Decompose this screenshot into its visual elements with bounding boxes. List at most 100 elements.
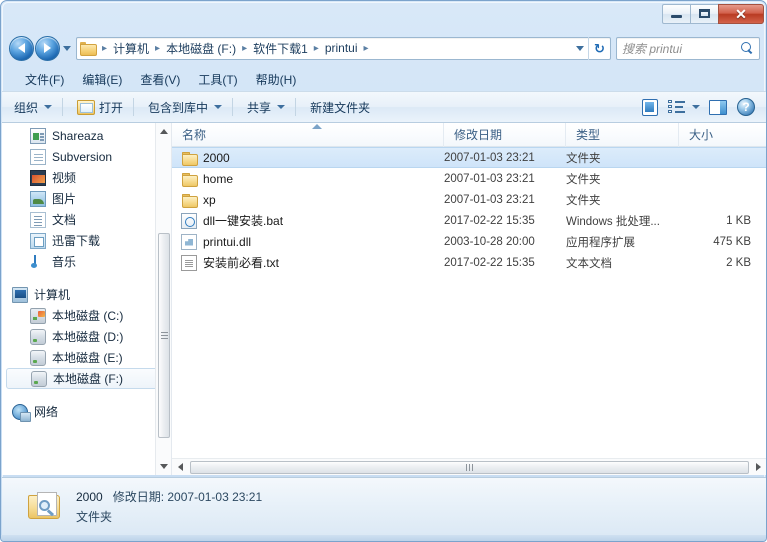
column-header-type[interactable]: 类型 <box>566 123 679 147</box>
file-date-cell: 2007-01-03 23:21 <box>444 172 535 185</box>
file-name-cell: 安装前必看.txt <box>172 254 444 271</box>
menu-edit[interactable]: 编辑(E) <box>73 69 131 90</box>
maximize-button[interactable] <box>690 3 718 24</box>
scroll-right-button[interactable] <box>750 459 766 476</box>
sidebar-item-computer[interactable]: 计算机 <box>2 284 171 305</box>
sidebar-item-network[interactable]: 网络 <box>2 401 171 422</box>
sidebar-item-shareaza[interactable]: Shareaza <box>2 125 171 146</box>
scrollbar-track[interactable] <box>189 459 750 476</box>
sidebar-item-drive-d[interactable]: 本地磁盘 (D:) <box>2 326 171 347</box>
help-button[interactable]: ? <box>733 95 759 119</box>
scroll-down-button[interactable] <box>156 458 171 475</box>
sidebar-item-pictures[interactable]: 图片 <box>2 188 171 209</box>
show-panes-button[interactable] <box>705 95 731 119</box>
breadcrumb-separator: ▸ <box>313 42 319 54</box>
sidebar-item-label: 本地磁盘 (C:) <box>52 309 124 323</box>
file-type-cell: 文件夹 <box>566 194 601 207</box>
menu-file[interactable]: 文件(F) <box>16 69 73 90</box>
minimize-button[interactable] <box>662 3 690 24</box>
file-date-cell: 2007-01-03 23:21 <box>444 193 535 206</box>
organize-button[interactable]: 组织 <box>6 96 60 119</box>
navigation-buttons <box>9 35 74 61</box>
recent-locations-button[interactable] <box>60 37 74 59</box>
sidebar-item-label: 计算机 <box>34 288 71 302</box>
change-view-button[interactable] <box>665 95 703 119</box>
chevron-right-icon <box>756 463 761 471</box>
chevron-up-icon <box>160 129 168 134</box>
file-date-cell: 2007-01-03 23:21 <box>444 151 535 164</box>
scroll-left-button[interactable] <box>172 459 189 476</box>
network-icon <box>12 403 31 422</box>
forward-button[interactable] <box>35 35 60 61</box>
folder-icon <box>181 192 198 208</box>
chevron-left-icon <box>178 463 183 471</box>
scroll-up-button[interactable] <box>156 123 171 140</box>
details-item-type: 文件夹 <box>76 510 113 524</box>
share-button[interactable]: 共享 <box>239 96 293 119</box>
menu-help[interactable]: 帮助(H) <box>247 69 306 90</box>
sidebar-item-label: 本地磁盘 (F:) <box>53 372 123 386</box>
open-button[interactable]: 打开 <box>69 96 131 119</box>
file-date-cell: 2017-02-22 15:35 <box>444 214 535 227</box>
column-header-date-label: 修改日期 <box>454 128 503 142</box>
table-row[interactable]: printui.dll 2003-10-28 20:00 应用程序扩展 475 … <box>172 231 766 252</box>
preview-pane-button[interactable] <box>637 95 663 119</box>
chevron-down-icon <box>575 45 584 51</box>
panes-icon <box>709 99 727 115</box>
table-row[interactable]: 2000 2007-01-03 23:21 文件夹 <box>172 147 766 168</box>
sidebar-item-documents[interactable]: 文档 <box>2 209 171 230</box>
sidebar-item-subversion[interactable]: Subversion <box>2 146 171 167</box>
navigation-pane-scrollbar[interactable] <box>155 123 171 475</box>
breadcrumb-separator: ▸ <box>102 42 108 54</box>
scrollbar-thumb[interactable] <box>158 233 170 438</box>
include-in-library-button[interactable]: 包含到库中 <box>140 96 230 119</box>
sidebar-item-drive-e[interactable]: 本地磁盘 (E:) <box>2 347 171 368</box>
folder-icon <box>181 171 198 187</box>
sidebar-item-music[interactable]: 音乐 <box>2 251 171 272</box>
search-input[interactable]: 搜索 printui <box>622 40 682 57</box>
search-icon <box>741 41 754 55</box>
menu-view[interactable]: 查看(V) <box>131 69 189 90</box>
navigation-pane: Shareaza Subversion 视频 图片 文档 迅雷下载 音乐 计算机… <box>2 123 172 475</box>
breadcrumb-separator: ▸ <box>155 42 161 54</box>
sidebar-item-label: 本地磁盘 (E:) <box>52 351 123 365</box>
table-row[interactable]: xp 2007-01-03 23:21 文件夹 <box>172 189 766 210</box>
details-pane: 2000 修改日期: 2007-01-03 23:21 文件夹 <box>2 477 766 535</box>
window-bottom-rim <box>1 535 766 541</box>
file-name-cell: dll一键安装.bat <box>172 212 444 229</box>
address-bar[interactable]: ▸ 计算机 ▸ 本地磁盘 (F:) ▸ 软件下载1 ▸ printui ▸ ↻ <box>76 36 611 60</box>
close-button[interactable]: ✕ <box>718 3 764 24</box>
scrollbar-thumb[interactable] <box>190 460 749 474</box>
sidebar-item-drive-c[interactable]: 本地磁盘 (C:) <box>2 305 171 326</box>
column-header-size[interactable]: 大小 <box>679 123 759 147</box>
new-folder-button[interactable]: 新建文件夹 <box>302 96 378 119</box>
sidebar-item-videos[interactable]: 视频 <box>2 167 171 188</box>
breadcrumb-item-computer[interactable]: 计算机 <box>111 40 151 57</box>
sidebar-item-label: 图片 <box>52 192 77 206</box>
table-row[interactable]: dll一键安装.bat 2017-02-22 15:35 Windows 批处理… <box>172 210 766 231</box>
file-type-cell: 文件夹 <box>566 152 601 165</box>
sidebar-item-label: 文档 <box>52 213 77 227</box>
breadcrumb-item-printui[interactable]: printui <box>323 41 360 55</box>
dll-file-icon <box>181 233 197 250</box>
breadcrumb-item-software-download[interactable]: 软件下载1 <box>251 40 310 57</box>
address-history-dropdown[interactable] <box>571 38 588 59</box>
column-header-date[interactable]: 修改日期 <box>444 123 566 147</box>
file-list-horizontal-scrollbar[interactable] <box>172 458 766 476</box>
file-name: dll一键安装.bat <box>203 214 284 228</box>
breadcrumb-item-drive-f[interactable]: 本地磁盘 (F:) <box>164 40 238 57</box>
sidebar-item-drive-f[interactable]: 本地磁盘 (F:) <box>6 368 163 389</box>
refresh-button[interactable]: ↻ <box>588 36 610 60</box>
file-name: 安装前必看.txt <box>203 256 280 270</box>
table-row[interactable]: home 2007-01-03 23:21 文件夹 <box>172 168 766 189</box>
toolbar-separator <box>62 98 64 116</box>
details-primary-line: 2000 修改日期: 2007-01-03 23:21 <box>76 488 262 505</box>
shareaza-icon <box>30 127 46 144</box>
back-button[interactable] <box>9 35 34 61</box>
command-toolbar: 组织 打开 包含到库中 共享 新建文件夹 ? <box>2 91 766 123</box>
table-row[interactable]: 安装前必看.txt 2017-02-22 15:35 文本文档 2 KB <box>172 252 766 273</box>
menu-tools[interactable]: 工具(T) <box>189 69 246 90</box>
column-header-name[interactable]: 名称 <box>172 123 444 147</box>
search-box[interactable]: 搜索 printui <box>616 36 760 60</box>
sidebar-item-xunlei-downloads[interactable]: 迅雷下载 <box>2 230 171 251</box>
